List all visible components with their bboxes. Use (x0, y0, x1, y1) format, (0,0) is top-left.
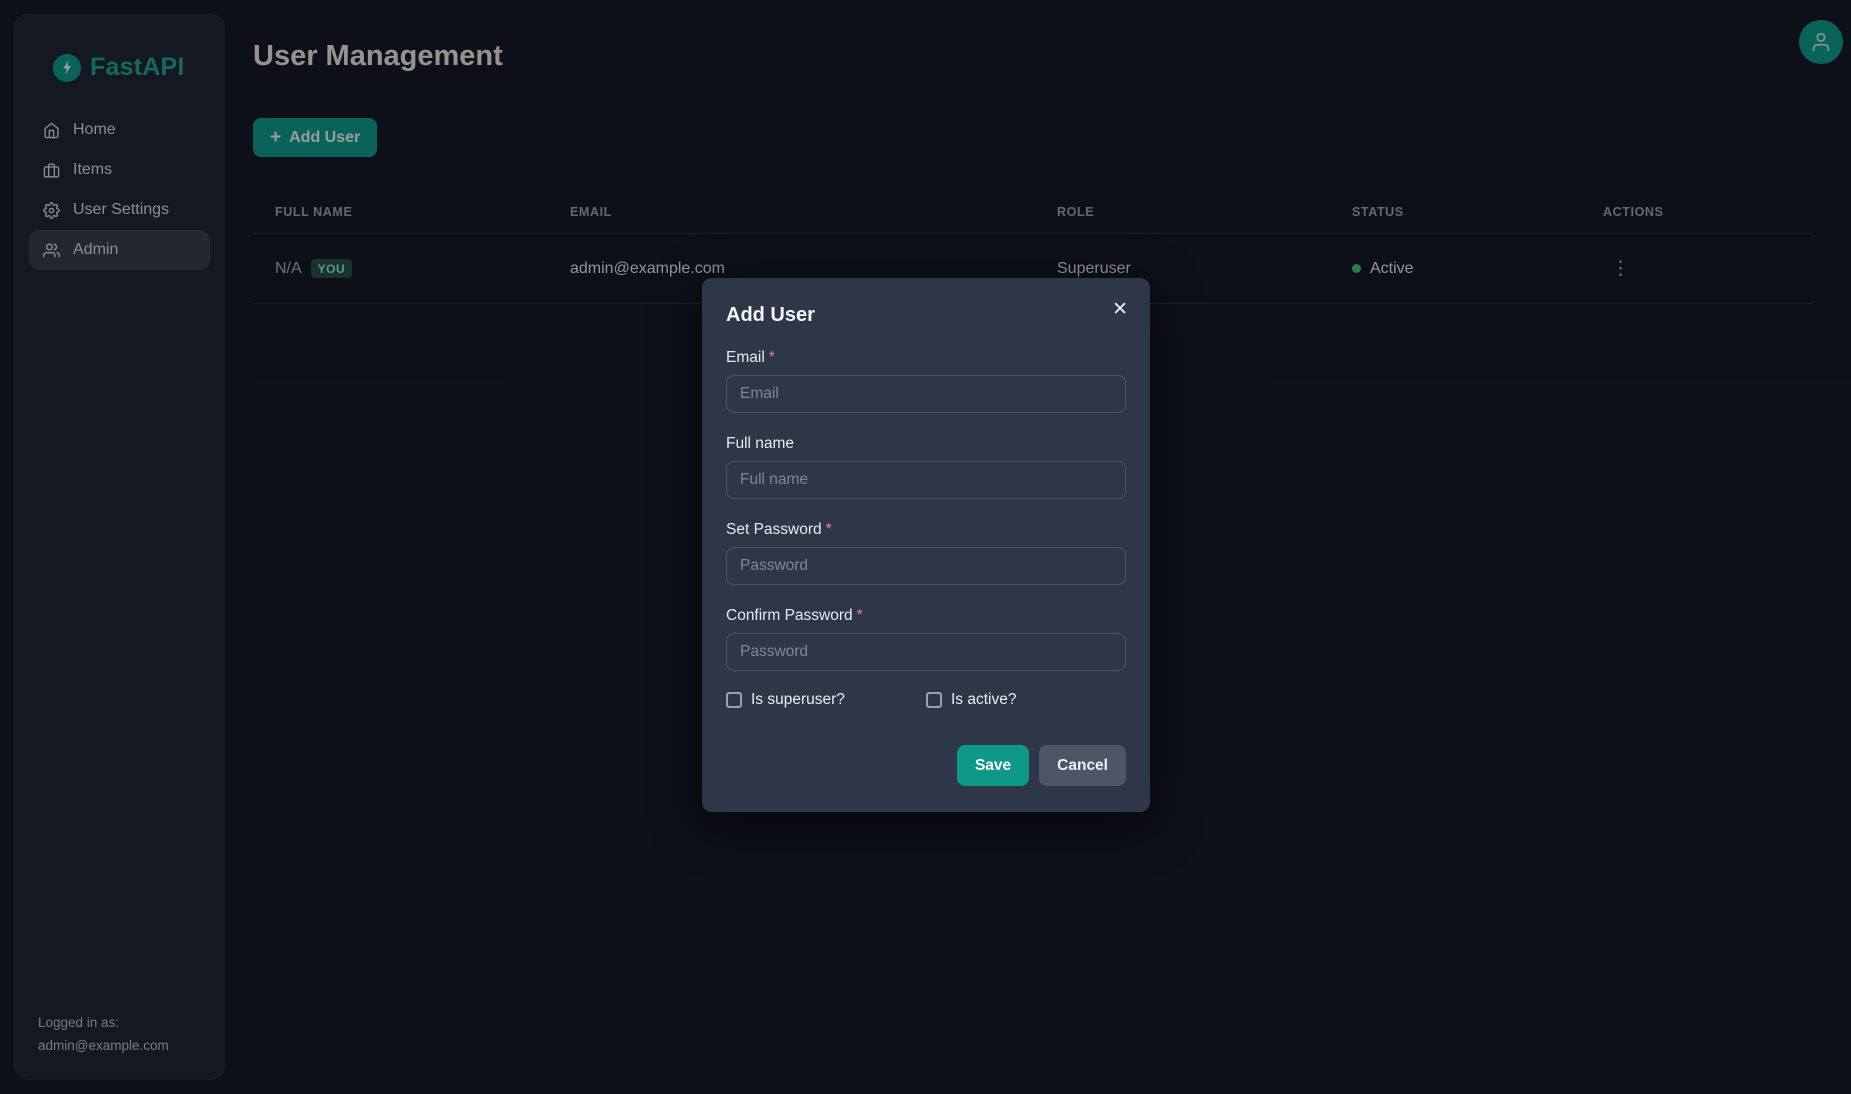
full-name-label: Full name (726, 435, 1126, 453)
modal-title: Add User (726, 304, 1126, 327)
full-name-field-group: Full name (726, 435, 1126, 499)
set-password-input[interactable] (726, 547, 1126, 585)
required-asterisk: * (769, 349, 775, 366)
required-asterisk: * (857, 607, 863, 624)
confirm-password-field-group: Confirm Password* (726, 607, 1126, 671)
is-superuser-checkbox[interactable]: Is superuser? (726, 691, 926, 709)
checkbox-icon (726, 692, 742, 708)
is-superuser-label: Is superuser? (751, 691, 845, 709)
checkbox-icon (926, 692, 942, 708)
set-password-field-group: Set Password* (726, 521, 1126, 585)
cancel-button[interactable]: Cancel (1039, 745, 1126, 786)
modal-footer: Save Cancel (726, 745, 1126, 786)
email-input[interactable] (726, 375, 1126, 413)
full-name-input[interactable] (726, 461, 1126, 499)
close-icon[interactable]: ✕ (1106, 294, 1134, 325)
email-label: Email* (726, 349, 1126, 367)
checkbox-row: Is superuser? Is active? (726, 691, 1126, 709)
add-user-modal: Add User ✕ Email* Full name Set Password… (702, 278, 1150, 812)
email-field-group: Email* (726, 349, 1126, 413)
is-active-checkbox[interactable]: Is active? (926, 691, 1016, 709)
save-button[interactable]: Save (957, 745, 1029, 786)
confirm-password-label: Confirm Password* (726, 607, 1126, 625)
set-password-label: Set Password* (726, 521, 1126, 539)
is-active-label: Is active? (951, 691, 1016, 709)
required-asterisk: * (826, 521, 832, 538)
confirm-password-input[interactable] (726, 633, 1126, 671)
